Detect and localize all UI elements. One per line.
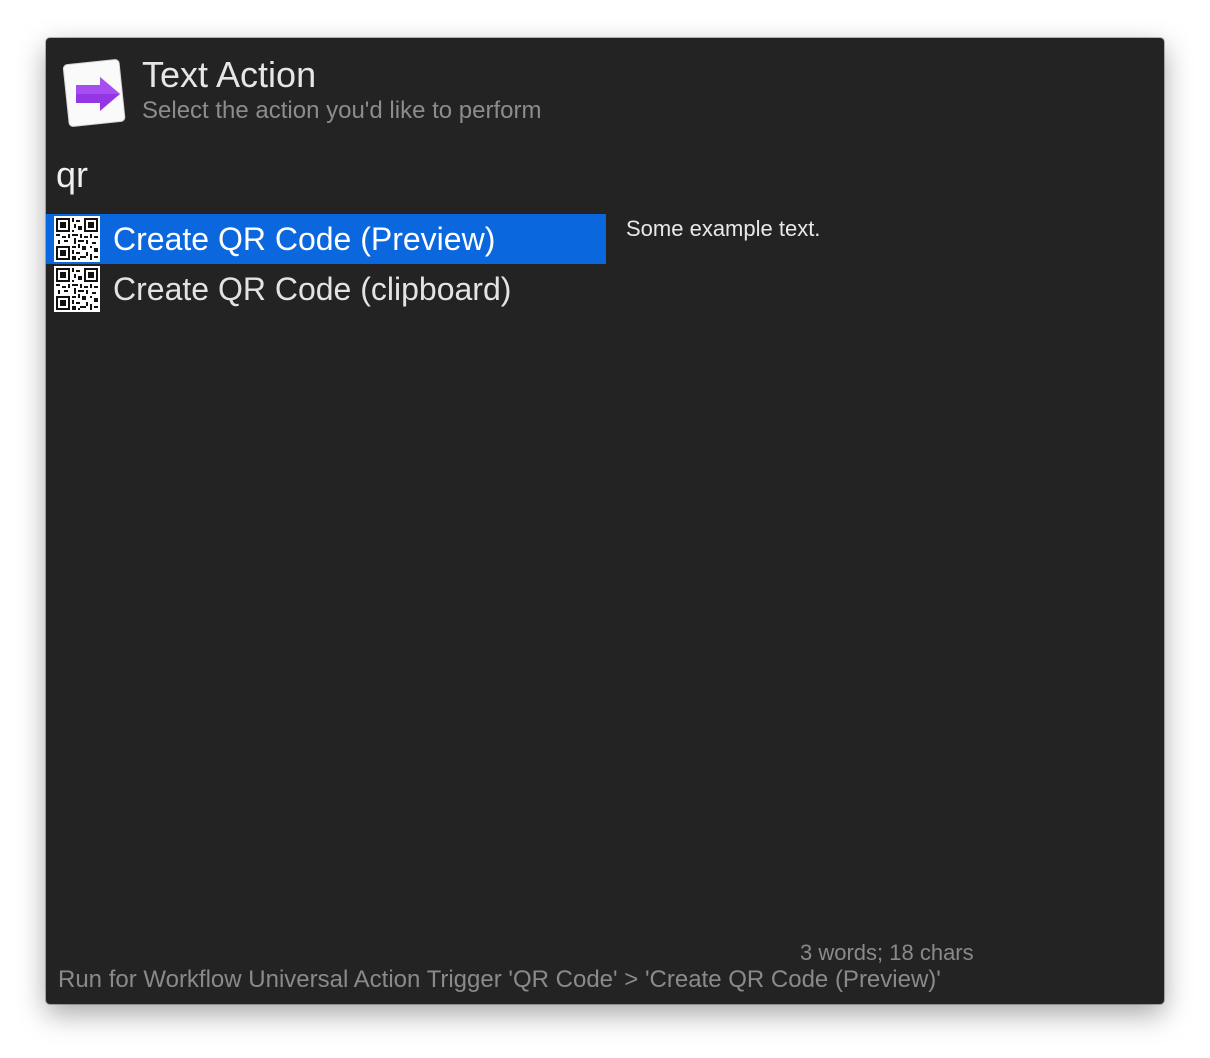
result-item-create-qr-preview[interactable]: Create QR Code (Preview) [46, 214, 606, 264]
result-item-create-qr-clipboard[interactable]: Create QR Code (clipboard) [46, 264, 606, 314]
search-input[interactable] [56, 150, 1146, 200]
window-title: Text Action [142, 54, 317, 95]
window-subtitle: Select the action you'd like to perform [142, 97, 542, 124]
results-list: Create QR Code (Preview) Create QR Code … [46, 214, 606, 314]
qr-code-icon [54, 266, 100, 312]
preview-text: Some example text. [626, 216, 821, 241]
result-label: Create QR Code (Preview) [113, 221, 496, 257]
qr-code-icon [54, 216, 100, 262]
text-stats: 3 words; 18 chars [800, 940, 974, 965]
text-action-window: Text Action Select the action you'd like… [46, 38, 1164, 1004]
action-description: Run for Workflow Universal Action Trigge… [58, 966, 941, 993]
result-label: Create QR Code (clipboard) [113, 271, 512, 307]
text-action-arrow-icon [62, 56, 126, 128]
